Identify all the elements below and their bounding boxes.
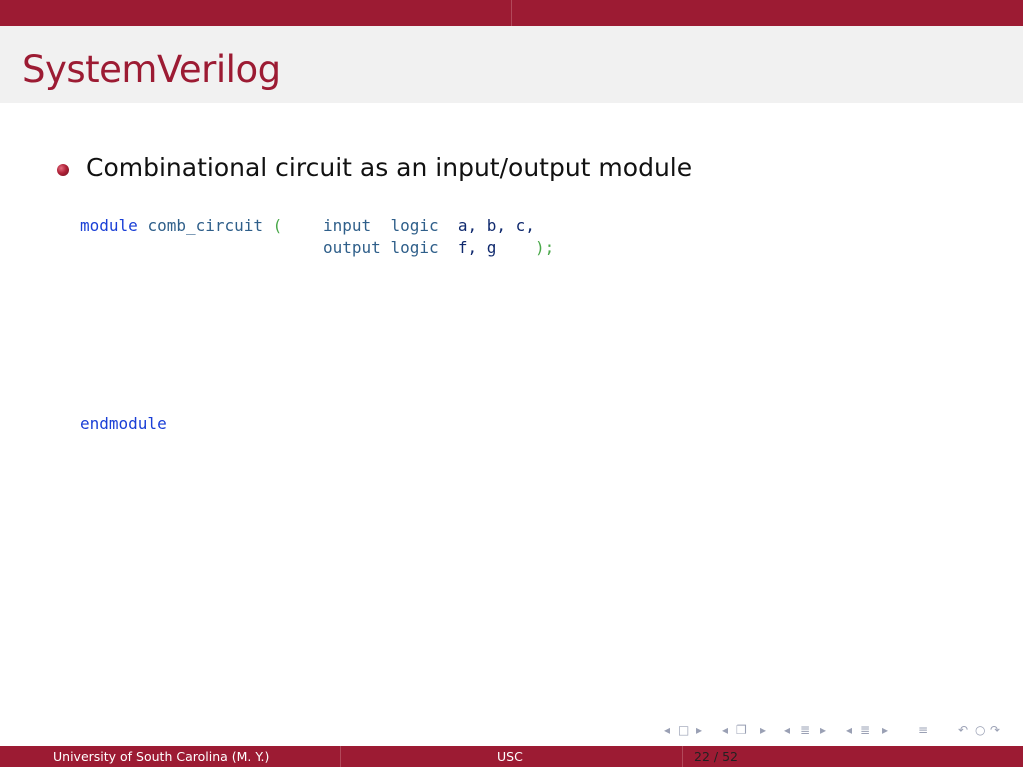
nav-section-icon[interactable]: ≣: [800, 722, 810, 738]
footer-author: University of South Carolina (M. Y.): [53, 749, 270, 764]
header-bar: [0, 0, 1023, 26]
nav-prev-part-icon[interactable]: ◂: [846, 722, 852, 738]
footer-institute: USC: [497, 749, 523, 764]
bullet-icon: [57, 164, 69, 176]
nav-prev-subsection-icon[interactable]: ◂: [722, 722, 728, 738]
bullet-text: Combinational circuit as an input/output…: [86, 153, 693, 182]
nav-next-subsection-icon[interactable]: ▸: [760, 722, 766, 738]
nav-next-part-icon[interactable]: ▸: [882, 722, 888, 738]
footer-page-number: 22 / 52: [694, 749, 738, 764]
nav-prev-section-icon[interactable]: ◂: [784, 722, 790, 738]
code-signals-outputs: f, g: [457, 238, 497, 257]
nav-part-icon[interactable]: ≣: [860, 722, 870, 738]
code-paren-close: );: [534, 238, 555, 257]
nav-search-back-icon[interactable]: ↶: [958, 722, 968, 738]
code-type-logic-2: logic: [390, 238, 439, 257]
nav-search-forward-icon[interactable]: ↷: [990, 722, 1000, 738]
code-module-name: comb_circuit: [147, 216, 264, 235]
nav-zoom-icon[interactable]: ○: [975, 722, 985, 738]
code-paren-open: (: [272, 216, 283, 235]
footer-divider-2: [682, 746, 683, 767]
nav-subsection-icon[interactable]: ❐: [736, 722, 747, 738]
nav-frame-icon[interactable]: □: [678, 722, 689, 738]
code-type-logic: logic: [390, 216, 439, 235]
nav-next-section-icon[interactable]: ▸: [820, 722, 826, 738]
footer-divider-1: [340, 746, 341, 767]
nav-appendix-icon[interactable]: ≡: [918, 722, 928, 738]
code-dir-output: output: [323, 238, 381, 257]
code-line-1-ports: input logic a, b, c,: [323, 216, 535, 236]
code-dir-input: input: [323, 216, 372, 235]
header-divider: [511, 0, 512, 26]
frame-title: SystemVerilog: [22, 48, 281, 91]
code-line-1: module comb_circuit (: [80, 216, 282, 236]
nav-prev-frame-icon[interactable]: ◂: [664, 722, 670, 738]
nav-next-frame-icon[interactable]: ▸: [696, 722, 702, 738]
code-signals-inputs: a, b, c,: [457, 216, 535, 235]
footer-bar: University of South Carolina (M. Y.) USC…: [0, 746, 1023, 767]
code-line-2-ports: output logic f, g );: [323, 238, 554, 258]
code-endmodule: endmodule: [80, 414, 167, 433]
code-keyword-module: module: [80, 216, 138, 235]
